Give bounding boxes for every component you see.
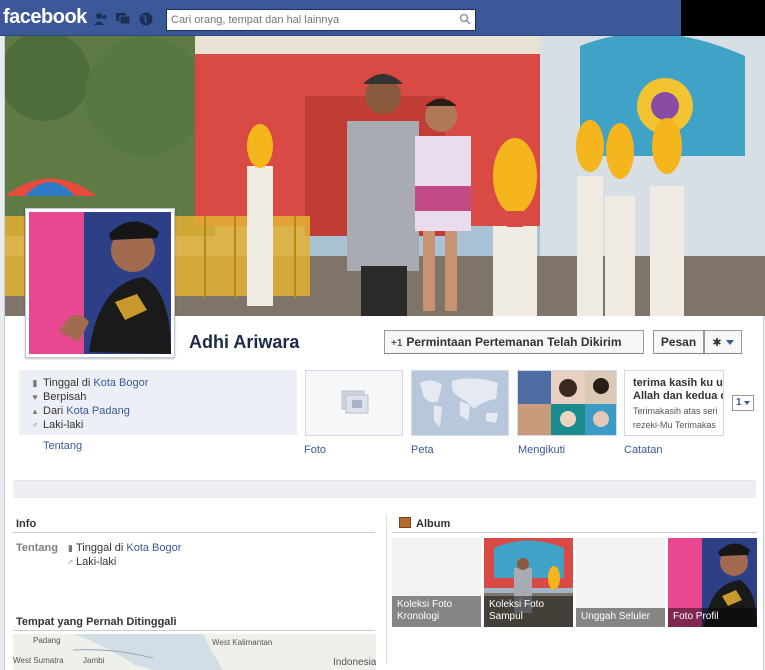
top-bar: facebook (0, 0, 765, 37)
following-thumbnails (518, 371, 616, 435)
about-summary[interactable]: ▮ Tinggal di Kota Bogor ♥ Berpisah ▴ Dari K… (19, 370, 297, 435)
about-gender: ♂ Laki-laki (29, 419, 84, 433)
search-icon[interactable] (459, 13, 471, 25)
album-mobile-uploads[interactable]: Unggah Seluler (576, 538, 665, 627)
world-map-thumbnail (412, 371, 508, 435)
info-key-about: Tentang (16, 542, 58, 554)
info-gender: ♂ Laki-laki (65, 556, 116, 568)
friend-requests-icon[interactable] (94, 12, 108, 25)
map-label-west-sumatra: West Sumatra (13, 656, 64, 665)
male-icon: ♂ (31, 420, 39, 430)
timeline-bar (13, 480, 756, 498)
note-title-line2: Allah dan kedua o (633, 390, 724, 402)
album-title: Album (416, 518, 451, 530)
info-title: Info (16, 518, 37, 530)
notifications-globe-icon[interactable] (139, 12, 153, 26)
heart-icon: ♥ (32, 392, 38, 402)
profile-page: Adhi Ariwara +1 Permintaan Pertemanan Te… (4, 36, 765, 670)
notes-tile[interactable]: terima kasih ku u Allah dan kedua o Teri… (624, 370, 724, 436)
places-divider (13, 630, 375, 631)
chevron-down-icon (744, 401, 750, 405)
following-tile[interactable] (517, 370, 617, 436)
lived-place-link[interactable]: Kota Bogor (93, 377, 148, 389)
search-box[interactable] (166, 9, 476, 31)
about-lived: ▮ Tinggal di Kota Bogor (29, 377, 149, 391)
note-title-line1: terima kasih ku u (633, 377, 723, 389)
profile-picture[interactable] (25, 208, 175, 358)
album-icon (399, 517, 411, 528)
tab-about[interactable]: Tentang (43, 440, 82, 452)
messages-icon[interactable] (116, 12, 131, 25)
from-place-link[interactable]: Kota Padang (66, 405, 130, 417)
tab-following[interactable]: Mengikuti (518, 444, 565, 456)
message-button[interactable]: Pesan (653, 330, 704, 354)
gear-icon: ✱ (712, 337, 722, 349)
home-icon: ▮ (32, 378, 38, 388)
note-body-line2: rezeki-Mu Terimakas (633, 420, 716, 430)
about-from: ▴ Dari Kota Padang (29, 405, 130, 419)
facebook-logo[interactable]: facebook (3, 6, 87, 29)
map-label-indonesia: Indonesia (333, 657, 376, 668)
add-friend-icon: +1 (391, 338, 403, 349)
column-divider (386, 514, 387, 664)
map-tile[interactable] (411, 370, 509, 436)
about-relationship: ♥ Berpisah (29, 391, 86, 405)
info-divider (13, 532, 375, 533)
male-icon: ♂ (67, 557, 74, 567)
home-icon: ▮ (68, 543, 73, 553)
settings-menu-button[interactable]: ✱ (704, 330, 742, 354)
album-timeline-photos[interactable]: Koleksi Foto Kronologi (392, 538, 481, 627)
album-cover-photos[interactable]: Koleksi Foto Sampul (484, 538, 573, 627)
album-caption: Koleksi Foto Sampul (484, 596, 573, 627)
map-label-padang: Padang (33, 636, 61, 645)
places-title: Tempat yang Pernah Ditinggali (16, 616, 177, 628)
album-caption: Koleksi Foto Kronologi (392, 596, 481, 627)
places-map[interactable]: Padang West Kalimantan West Sumatra Jamb… (13, 634, 376, 670)
friend-request-sent-button[interactable]: +1 Permintaan Pertemanan Telah Dikirim (384, 330, 644, 354)
redacted-area (681, 0, 765, 37)
photos-tile[interactable] (305, 370, 403, 436)
note-body-line1: Terimakasih atas seri (633, 406, 718, 416)
friend-request-sent-label: Permintaan Pertemanan Telah Dikirim (406, 335, 622, 349)
map-label-jambi: Jambi (83, 656, 105, 665)
photos-placeholder-icon (341, 390, 369, 414)
info-lived: ▮ Tinggal di Kota Bogor (65, 542, 181, 554)
tab-map[interactable]: Peta (411, 444, 434, 456)
chevron-down-icon (725, 340, 734, 346)
album-profile-pictures[interactable]: Foto Profil (668, 538, 757, 627)
album-caption: Unggah Seluler (576, 608, 665, 627)
map-label-west-kalimantan: West Kalimantan (212, 638, 273, 647)
profile-name: Adhi Ariwara (189, 332, 300, 352)
info-lived-place-link[interactable]: Kota Bogor (126, 542, 181, 554)
album-divider (392, 532, 757, 533)
tab-photos[interactable]: Foto (304, 444, 326, 456)
album-caption: Foto Profil (668, 608, 757, 627)
pin-icon: ▴ (32, 406, 38, 416)
search-input[interactable] (167, 10, 447, 30)
more-tabs-button[interactable]: 1 (732, 395, 754, 411)
tab-notes[interactable]: Catatan (624, 444, 663, 456)
